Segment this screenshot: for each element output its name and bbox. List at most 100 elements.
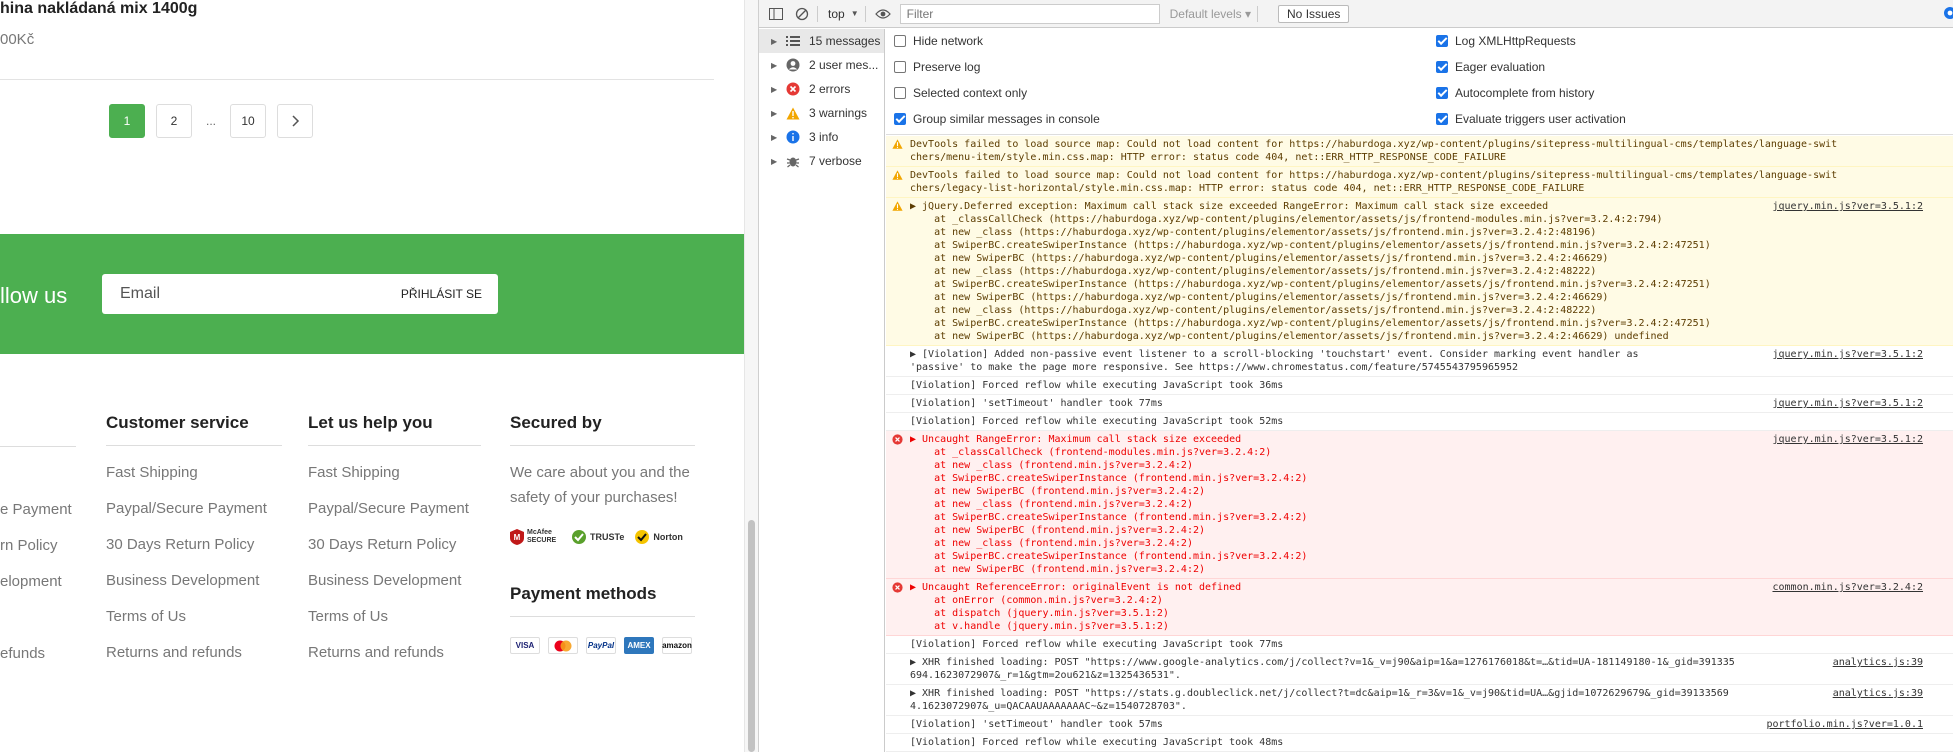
console-log-message[interactable]: [Violation] 'setTimeout' handler took 57… xyxy=(886,716,1953,734)
footer-link[interactable]: Paypal/Secure Payment xyxy=(308,500,481,536)
group-similar-checkbox[interactable]: Group similar messages in console xyxy=(894,112,1100,126)
footer-link[interactable]: Business Development xyxy=(308,572,481,608)
page-scrollbar[interactable] xyxy=(744,0,758,752)
hide-network-checkbox[interactable]: Hide network xyxy=(894,34,983,48)
console-log-message[interactable]: [Violation] Forced reflow while executin… xyxy=(886,377,1953,395)
checkbox[interactable] xyxy=(894,35,906,47)
log-xhr-checkbox[interactable]: Log XMLHttpRequests xyxy=(1436,34,1576,48)
console-warning-message[interactable]: DevTools failed to load source map: Coul… xyxy=(886,167,1953,198)
console-message-line: at SwiperBC.createSwiperInstance (fronte… xyxy=(910,512,1308,523)
console-log-message[interactable]: [Violation] 'setTimeout' handler took 77… xyxy=(886,395,1953,413)
subscribe-button[interactable]: PŘIHLÁSIT SE xyxy=(401,287,482,301)
console-message-line: [Violation] Forced reflow while executin… xyxy=(910,639,1284,650)
console-error-message[interactable]: ▶ Uncaught ReferenceError: originalEvent… xyxy=(886,579,1953,636)
filter-input[interactable]: Filter xyxy=(899,3,1160,24)
sidebar-item-info[interactable]: ▶ 3 info xyxy=(759,125,884,149)
console-message-line: ▶ jQuery.Deferred exception: Maximum cal… xyxy=(910,201,1549,212)
source-link[interactable]: jquery.min.js?ver=3.5.1:2 xyxy=(1772,348,1923,361)
footer-link[interactable]: 30 Days Return Policy xyxy=(106,536,282,572)
sidebar-toggle-icon[interactable] xyxy=(767,5,785,23)
console-log-message[interactable]: [Violation] Forced reflow while executin… xyxy=(886,636,1953,654)
preserve-log-checkbox[interactable]: Preserve log xyxy=(894,60,980,74)
console-message-line: DevTools failed to load source map: Coul… xyxy=(910,170,1838,181)
checkbox[interactable] xyxy=(1436,87,1448,99)
source-link[interactable]: jquery.min.js?ver=3.5.1:2 xyxy=(1772,397,1923,410)
sidebar-item-verbose[interactable]: ▶ 7 verbose xyxy=(759,149,884,173)
console-warning-message[interactable]: ▶ jQuery.Deferred exception: Maximum cal… xyxy=(886,198,1953,346)
sidebar-item-messages[interactable]: ▶ 15 messages xyxy=(759,29,884,53)
sidebar-item-errors[interactable]: ▶ 2 errors xyxy=(759,77,884,101)
log-levels-dropdown[interactable]: Default levels ▾ xyxy=(1170,7,1251,21)
footer-heading: Let us help you xyxy=(308,413,481,446)
autocomplete-checkbox[interactable]: Autocomplete from history xyxy=(1436,86,1594,100)
footer-link[interactable]: Business Development xyxy=(106,572,282,608)
page-1-button[interactable]: 1 xyxy=(109,104,145,138)
console-log-message[interactable]: ▶ [Violation] Added non-passive event li… xyxy=(886,346,1953,377)
footer-link[interactable]: 30 Days Return Policy xyxy=(308,536,481,572)
console-message-line: 694.1623072907&_r=1&gtm=2ou621&z=1325436… xyxy=(910,670,1181,681)
console-log-message[interactable]: [Violation] Forced reflow while executin… xyxy=(886,734,1953,752)
checkbox[interactable] xyxy=(1436,61,1448,73)
eye-icon[interactable] xyxy=(874,5,892,23)
console-log-message[interactable]: ▶ XHR finished loading: POST "https://ww… xyxy=(886,654,1953,685)
source-link[interactable]: portfolio.min.js?ver=1.0.1 xyxy=(1766,718,1923,731)
source-link[interactable]: common.min.js?ver=3.2.4:2 xyxy=(1772,581,1923,594)
truste-check-icon xyxy=(572,530,586,544)
footer-link[interactable]: Returns and refunds xyxy=(308,644,481,680)
footer-link[interactable]: Terms of Us xyxy=(106,608,282,644)
clear-console-icon[interactable] xyxy=(793,5,811,23)
warning-icon xyxy=(892,201,903,212)
newsletter-label: llow us xyxy=(0,283,68,308)
console-error-message[interactable]: ▶ Uncaught RangeError: Maximum call stac… xyxy=(886,431,1953,579)
payment-methods: VISA PayPal AMEX amazon xyxy=(510,637,695,654)
source-link[interactable]: analytics.js:39 xyxy=(1833,687,1923,700)
footer-link[interactable]: efunds xyxy=(0,645,76,681)
footer-link[interactable]: Terms of Us xyxy=(308,608,481,644)
console-log-message[interactable]: [Violation] Forced reflow while executin… xyxy=(886,413,1953,431)
next-page-button[interactable] xyxy=(277,104,313,138)
console-log-message[interactable]: ▶ XHR finished loading: POST "https://st… xyxy=(886,685,1953,716)
selected-context-checkbox[interactable]: Selected context only xyxy=(894,86,1027,100)
source-link[interactable]: jquery.min.js?ver=3.5.1:2 xyxy=(1772,433,1923,446)
source-link[interactable]: analytics.js:39 xyxy=(1833,656,1923,669)
gear-icon[interactable] xyxy=(1941,4,1953,22)
footer-link[interactable]: Paypal/Secure Payment xyxy=(106,500,282,536)
source-link[interactable]: jquery.min.js?ver=3.5.1:2 xyxy=(1772,200,1923,213)
list-icon xyxy=(785,33,801,49)
footer-link[interactable]: rn Policy xyxy=(0,537,76,573)
pagination-ellipsis: ... xyxy=(203,104,219,138)
email-input[interactable]: Email xyxy=(120,285,160,303)
evaluate-triggers-checkbox[interactable]: Evaluate triggers user activation xyxy=(1436,112,1626,126)
checkbox[interactable] xyxy=(894,113,906,125)
page-10-button[interactable]: 10 xyxy=(230,104,266,138)
console-message-line: 4.1623072907&_u=QACAAUAAAAAAAC~&z=154072… xyxy=(910,701,1187,712)
truste-badge: TRUSTe xyxy=(571,526,624,548)
console-message-line: at new SwiperBC (frontend.min.js?ver=3.2… xyxy=(910,564,1206,575)
console-message-line: at new _class (https://haburdoga.xyz/wp-… xyxy=(910,227,1597,238)
sidebar-item-warnings[interactable]: ▶ 3 warnings xyxy=(759,101,884,125)
console-messages: DevTools failed to load source map: Coul… xyxy=(886,136,1953,752)
security-text: We care about you and the safety of your… xyxy=(510,464,690,506)
product-title[interactable]: hina nakládaná mix 1400g xyxy=(0,0,197,18)
footer-link[interactable]: Returns and refunds xyxy=(106,644,282,680)
console-message-line: ▶ XHR finished loading: POST "https://st… xyxy=(910,688,1729,699)
caret-down-icon[interactable]: ▼ xyxy=(851,9,859,18)
console-warning-message[interactable]: DevTools failed to load source map: Coul… xyxy=(886,136,1953,167)
context-select[interactable]: top xyxy=(828,7,845,21)
sidebar-item-user-messages[interactable]: ▶ 2 user mes... xyxy=(759,53,884,77)
footer-link[interactable]: Fast Shipping xyxy=(106,464,282,500)
error-icon xyxy=(892,582,903,593)
console-message-line: ▶ XHR finished loading: POST "https://ww… xyxy=(910,657,1735,668)
footer-link[interactable]: e Payment xyxy=(0,501,76,537)
footer-link[interactable]: Fast Shipping xyxy=(308,464,481,500)
page-2-button[interactable]: 2 xyxy=(156,104,192,138)
scrollbar-thumb[interactable] xyxy=(748,520,755,752)
issues-button[interactable]: No Issues xyxy=(1278,4,1350,23)
checkbox[interactable] xyxy=(1436,113,1448,125)
footer-link[interactable]: elopment xyxy=(0,573,76,609)
eager-evaluation-checkbox[interactable]: Eager evaluation xyxy=(1436,60,1545,74)
checkbox[interactable] xyxy=(1436,35,1448,47)
payment-heading: Payment methods xyxy=(510,584,695,617)
checkbox[interactable] xyxy=(894,87,906,99)
checkbox[interactable] xyxy=(894,61,906,73)
